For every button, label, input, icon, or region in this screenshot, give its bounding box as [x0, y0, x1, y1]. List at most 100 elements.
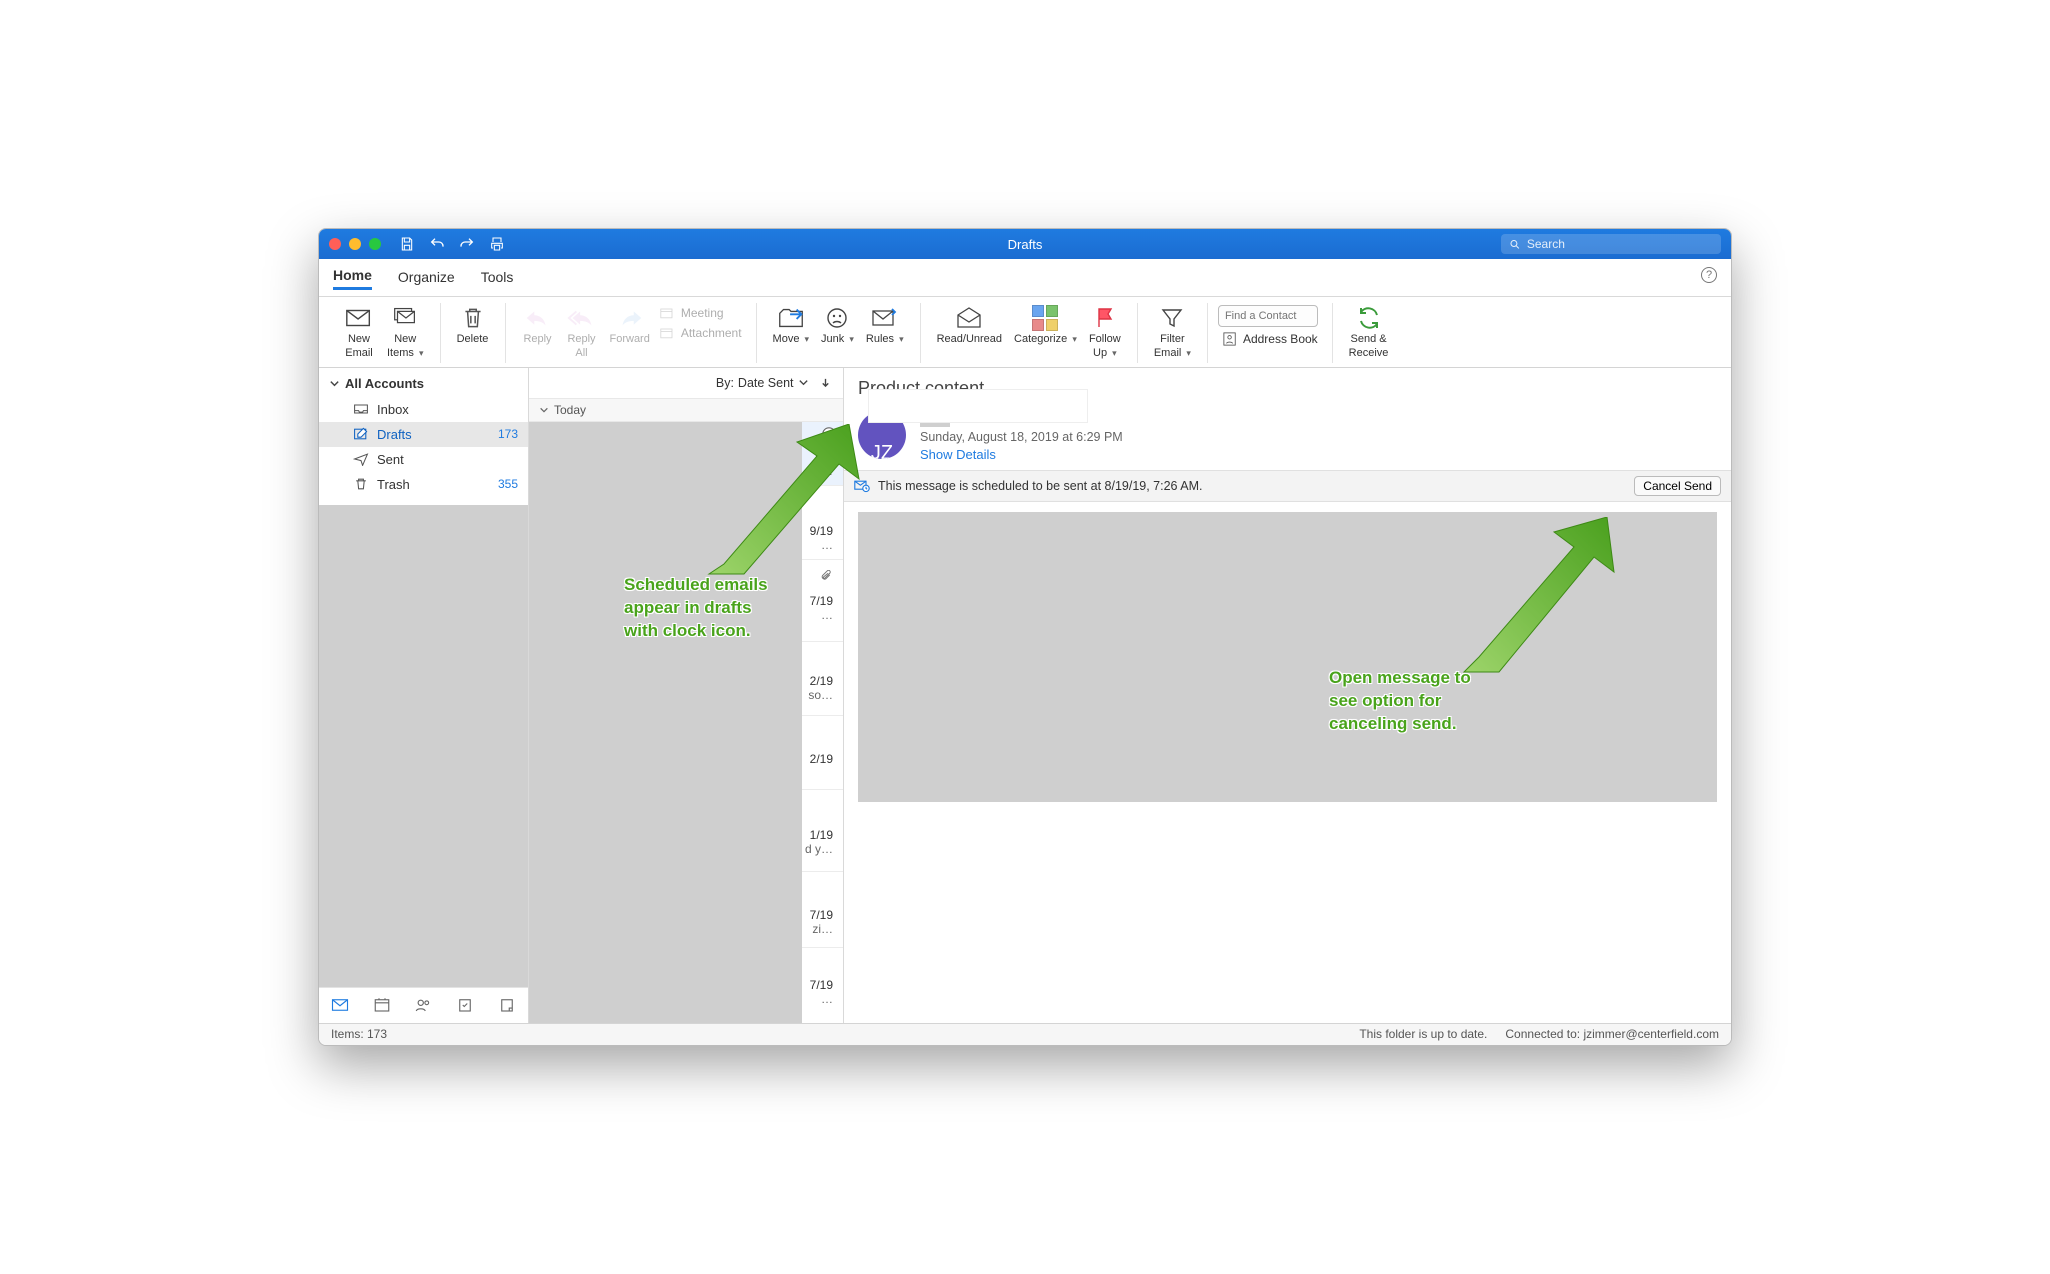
send-receive-button[interactable]: Send & Receive [1343, 303, 1395, 363]
read-unread-button[interactable]: Read/Unread [931, 303, 1008, 349]
undo-icon[interactable] [429, 236, 445, 252]
categorize-button[interactable]: Categorize ▾ [1008, 303, 1083, 349]
message-list-pane: By: Date Sent Today PM ny… 9/19 … [529, 368, 844, 1023]
attachment-icon [660, 326, 676, 340]
tab-organize[interactable]: Organize [398, 269, 455, 289]
filter-email-button[interactable]: Filter Email ▾ [1148, 303, 1197, 363]
forward-button: Forward [604, 303, 656, 349]
redo-icon[interactable] [459, 236, 475, 252]
save-icon[interactable] [399, 236, 415, 252]
maximize-window-button[interactable] [369, 238, 381, 250]
chevron-down-icon [539, 405, 549, 415]
attachment-icon [820, 570, 833, 583]
window-title: Drafts [1008, 237, 1043, 252]
meeting-button: Meeting [656, 305, 746, 321]
titlebar: Drafts [319, 229, 1731, 259]
tasks-nav-icon[interactable] [456, 996, 474, 1014]
quick-access-toolbar [399, 236, 505, 252]
status-items: Items: 173 [331, 1027, 387, 1041]
forward-icon [615, 305, 645, 331]
calendar-nav-icon[interactable] [373, 996, 391, 1014]
sender-name-redacted [868, 389, 1088, 423]
reply-button: Reply [516, 303, 560, 349]
move-icon [776, 305, 806, 331]
new-email-button[interactable]: New Email [337, 303, 381, 363]
cancel-send-button[interactable]: Cancel Send [1634, 476, 1721, 496]
ribbon: New Email New Items ▾ Delete Reply Reply… [319, 297, 1731, 368]
read-unread-icon [954, 305, 984, 331]
reading-body-occluded [858, 512, 1717, 802]
sidebar-account-header[interactable]: All Accounts [319, 368, 528, 397]
sidebar-item-trash[interactable]: Trash 355 [319, 472, 528, 497]
clock-icon [821, 426, 837, 442]
envelope-icon [344, 305, 374, 331]
sort-direction-icon[interactable] [820, 377, 831, 388]
sidebar-item-sent[interactable]: Sent [319, 447, 528, 472]
message-list-occluded-region [529, 422, 802, 1023]
reading-meta: JZ Sunday, August 18, 2019 at 6:29 PM Sh… [844, 405, 1731, 470]
reading-body [844, 502, 1731, 1023]
meeting-icon [660, 306, 676, 320]
sent-icon [353, 452, 369, 466]
rules-icon [870, 305, 900, 331]
scheduled-info-bar: This message is scheduled to be sent at … [844, 470, 1731, 502]
sidebar-occluded-region [319, 505, 528, 987]
categorize-icon [1030, 305, 1060, 331]
scheduled-info-text: This message is scheduled to be sent at … [878, 479, 1203, 493]
minimize-window-button[interactable] [349, 238, 361, 250]
global-search[interactable] [1501, 234, 1721, 254]
sidebar-item-inbox[interactable]: Inbox [319, 397, 528, 422]
ribbon-tabs: Home Organize Tools ? [319, 259, 1731, 297]
print-icon[interactable] [489, 236, 505, 252]
message-group-header[interactable]: Today [529, 398, 843, 422]
junk-button[interactable]: Junk ▾ [815, 303, 860, 349]
chevron-down-icon [798, 377, 809, 388]
address-book-icon [1222, 332, 1238, 346]
close-window-button[interactable] [329, 238, 341, 250]
attachment-button: Attachment [656, 325, 746, 341]
search-icon [1509, 238, 1521, 251]
mail-nav-icon[interactable] [331, 996, 349, 1014]
tab-tools[interactable]: Tools [481, 269, 514, 289]
find-contact-input[interactable] [1218, 305, 1318, 327]
sidebar-item-drafts[interactable]: Drafts 173 [319, 422, 528, 447]
inbox-icon [353, 402, 369, 416]
nav-switcher [319, 987, 528, 1023]
new-items-icon [390, 305, 420, 331]
notes-nav-icon[interactable] [498, 996, 516, 1014]
filter-icon [1157, 305, 1187, 331]
reply-all-button: Reply All [560, 303, 604, 363]
address-book-button[interactable]: Address Book [1218, 331, 1322, 347]
app-window: Drafts Home Organize Tools ? New Email N… [318, 228, 1732, 1046]
message-list[interactable]: PM ny… 9/19 … 7/19 … 2/19 so… 2/19 [529, 422, 843, 1023]
junk-icon [822, 305, 852, 331]
message-date: Sunday, August 18, 2019 at 6:29 PM [920, 430, 1123, 444]
statusbar: Items: 173 This folder is up to date. Co… [319, 1023, 1731, 1045]
search-input[interactable] [1527, 237, 1713, 251]
folder-sidebar: All Accounts Inbox Drafts 173 Sent Trash… [319, 368, 529, 1023]
reply-all-icon [567, 305, 597, 331]
drafts-icon [353, 427, 369, 441]
delete-button[interactable]: Delete [451, 303, 495, 349]
chevron-down-icon [329, 378, 340, 389]
new-items-button[interactable]: New Items ▾ [381, 303, 430, 363]
status-connected: Connected to: jzimmer@centerfield.com [1505, 1027, 1719, 1041]
flag-icon [1090, 305, 1120, 331]
rules-button[interactable]: Rules ▾ [860, 303, 910, 349]
show-details-link[interactable]: Show Details [920, 447, 1123, 462]
content-area: All Accounts Inbox Drafts 173 Sent Trash… [319, 368, 1731, 1023]
message-list-sort[interactable]: By: Date Sent [529, 368, 843, 398]
reply-icon [523, 305, 553, 331]
trash-small-icon [353, 477, 369, 491]
help-icon[interactable]: ? [1701, 267, 1717, 283]
follow-up-button[interactable]: Follow Up ▾ [1083, 303, 1127, 363]
status-folder: This folder is up to date. [1359, 1027, 1487, 1041]
trash-icon [458, 305, 488, 331]
tab-home[interactable]: Home [333, 267, 372, 290]
reading-pane: Product content JZ Sunday, August 18, 20… [844, 368, 1731, 1023]
move-button[interactable]: Move ▾ [767, 303, 816, 349]
sync-icon [1354, 305, 1384, 331]
scheduled-mail-icon [854, 479, 870, 493]
window-controls [329, 238, 381, 250]
people-nav-icon[interactable] [414, 996, 432, 1014]
